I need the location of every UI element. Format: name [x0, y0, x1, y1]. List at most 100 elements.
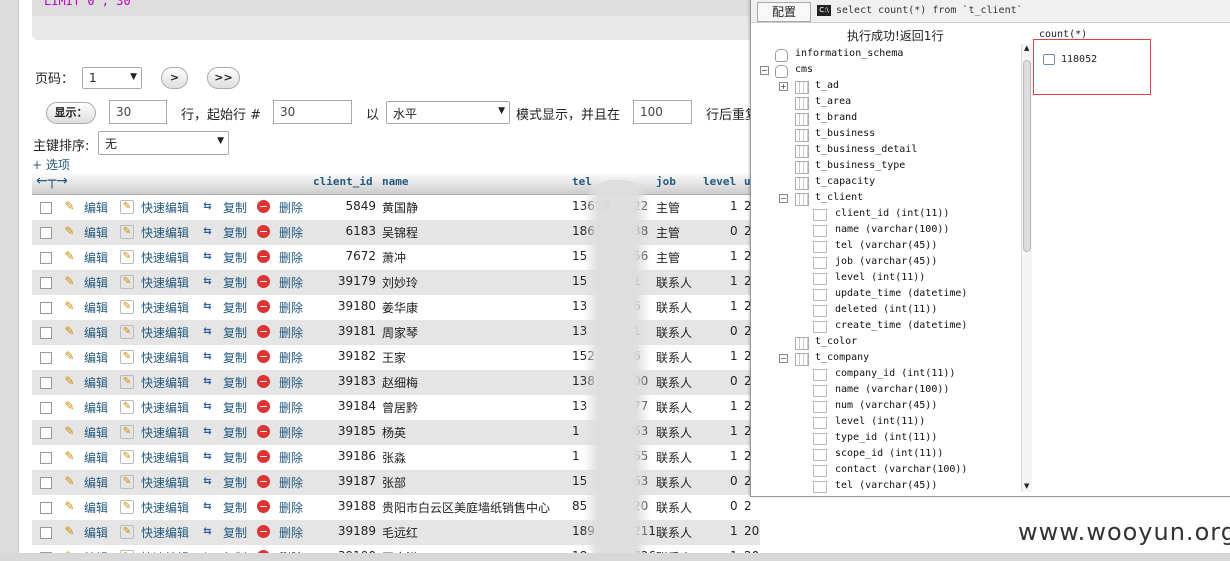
cell-job[interactable]: 联系人	[656, 274, 692, 291]
config-button[interactable]: 配置	[757, 2, 811, 22]
tree-node-table[interactable]: t_business_detail	[815, 144, 917, 155]
row-checkbox[interactable]	[40, 327, 52, 339]
copy-icon[interactable]: ⇆	[200, 274, 215, 289]
tree-node-col[interactable]: name (varchar(100))	[835, 224, 949, 235]
edit-link[interactable]: 编辑	[84, 449, 108, 466]
cell-name[interactable]: 张淼	[382, 449, 406, 466]
quick-edit-link[interactable]: 快速编辑	[141, 424, 189, 441]
quick-edit-link[interactable]: 快速编辑	[141, 299, 189, 316]
copy-link[interactable]: 复制	[223, 199, 247, 216]
cell-job[interactable]: 联系人	[656, 524, 692, 541]
delete-link[interactable]: 删除	[279, 399, 303, 416]
cell-client-id[interactable]: 39189	[326, 524, 376, 538]
cell-job[interactable]: 联系人	[656, 349, 692, 366]
copy-link[interactable]: 复制	[223, 274, 247, 291]
quick-edit-link[interactable]: 快速编辑	[141, 349, 189, 366]
quick-edit-icon[interactable]: ✎	[120, 425, 134, 439]
row-checkbox[interactable]	[40, 477, 52, 489]
column-resize-icon[interactable]: ←┬→	[36, 173, 68, 189]
delete-link[interactable]: 删除	[279, 424, 303, 441]
edit-link[interactable]: 编辑	[84, 349, 108, 366]
tree-node-col[interactable]: scope_id (int(11))	[835, 448, 943, 459]
last-page-button[interactable]: >>	[207, 67, 240, 89]
edit-link[interactable]: 编辑	[84, 249, 108, 266]
pencil-icon[interactable]: ✎	[62, 324, 77, 339]
cell-client-id[interactable]: 39182	[326, 349, 376, 363]
edit-link[interactable]: 编辑	[84, 499, 108, 516]
copy-icon[interactable]: ⇆	[200, 324, 215, 339]
pencil-icon[interactable]: ✎	[62, 299, 77, 314]
tree-node-col[interactable]: company_id (int(11))	[835, 368, 955, 379]
delete-link[interactable]: 删除	[279, 449, 303, 466]
cell-job[interactable]: 联系人	[656, 449, 692, 466]
edit-link[interactable]: 编辑	[84, 324, 108, 341]
cell-client-id[interactable]: 39186	[326, 449, 376, 463]
tree-node-table[interactable]: t_ad	[815, 80, 839, 91]
cell-client-id[interactable]: 39187	[326, 474, 376, 488]
quick-edit-icon[interactable]: ✎	[120, 450, 134, 464]
scroll-down-icon[interactable]: ▼	[1024, 482, 1029, 490]
tree-scrollbar-thumb[interactable]	[1023, 60, 1031, 252]
rows-count-input[interactable]: 30	[109, 100, 167, 124]
cell-level[interactable]: 1	[730, 524, 738, 538]
page-select[interactable]: 1 ▼	[82, 67, 142, 89]
delete-icon[interactable]: −	[257, 450, 270, 463]
pencil-icon[interactable]: ✎	[62, 399, 77, 414]
tree-node-col[interactable]: job (varchar(45))	[835, 256, 937, 267]
display-mode-select[interactable]: 水平 ▼	[386, 101, 510, 124]
quick-edit-link[interactable]: 快速编辑	[141, 249, 189, 266]
tree-node-table[interactable]: t_capacity	[815, 176, 875, 187]
cell-level[interactable]: 1	[730, 274, 738, 288]
delete-icon[interactable]: −	[257, 200, 270, 213]
delete-icon[interactable]: −	[257, 275, 270, 288]
delete-icon[interactable]: −	[257, 375, 270, 388]
delete-link[interactable]: 删除	[279, 474, 303, 491]
copy-icon[interactable]: ⇆	[200, 199, 215, 214]
edit-link[interactable]: 编辑	[84, 424, 108, 441]
delete-icon[interactable]: −	[257, 475, 270, 488]
cell-name[interactable]: 王家	[382, 349, 406, 366]
cell-name[interactable]: 曾居黔	[382, 399, 418, 416]
cell-level[interactable]: 0	[730, 224, 738, 238]
cell-client-id[interactable]: 39181	[326, 324, 376, 338]
tree-node-col[interactable]: tel (varchar(45))	[835, 480, 937, 491]
quick-edit-icon[interactable]: ✎	[120, 375, 134, 389]
copy-link[interactable]: 复制	[223, 324, 247, 341]
cell-job[interactable]: 联系人	[656, 299, 692, 316]
pencil-icon[interactable]: ✎	[62, 524, 77, 539]
edit-link[interactable]: 编辑	[84, 399, 108, 416]
edit-link[interactable]: 编辑	[84, 274, 108, 291]
cell-client-id[interactable]: 5849	[326, 199, 376, 213]
pencil-icon[interactable]: ✎	[62, 499, 77, 514]
cell-name[interactable]: 萧冲	[382, 249, 406, 266]
copy-icon[interactable]: ⇆	[200, 399, 215, 414]
cell-name[interactable]: 张部	[382, 474, 406, 491]
cell-name[interactable]: 贵阳市白云区美庭墙纸销售中心	[382, 499, 550, 516]
tree-node-table[interactable]: t_business_type	[815, 160, 905, 171]
delete-link[interactable]: 删除	[279, 524, 303, 541]
expand-icon[interactable]: +	[779, 82, 788, 91]
copy-icon[interactable]: ⇆	[200, 524, 215, 539]
cell-tel-start[interactable]: 1	[572, 449, 580, 463]
cell-name[interactable]: 刘妙玲	[382, 274, 418, 291]
result-value[interactable]: 118052	[1061, 54, 1097, 65]
cell-client-id[interactable]: 39188	[326, 499, 376, 513]
delete-icon[interactable]: −	[257, 350, 270, 363]
copy-link[interactable]: 复制	[223, 499, 247, 516]
tree-node-table[interactable]: t_color	[815, 336, 857, 347]
copy-link[interactable]: 复制	[223, 399, 247, 416]
collapse-icon[interactable]: −	[760, 66, 769, 75]
quick-edit-icon[interactable]: ✎	[120, 200, 134, 214]
tree-node-col[interactable]: tel (varchar(45))	[835, 240, 937, 251]
pencil-icon[interactable]: ✎	[62, 274, 77, 289]
quick-edit-icon[interactable]: ✎	[120, 350, 134, 364]
row-checkbox[interactable]	[40, 302, 52, 314]
tree-node-col[interactable]: client_id (int(11))	[835, 208, 949, 219]
copy-icon[interactable]: ⇆	[200, 424, 215, 439]
delete-link[interactable]: 删除	[279, 249, 303, 266]
quick-edit-icon[interactable]: ✎	[120, 525, 134, 539]
copy-link[interactable]: 复制	[223, 524, 247, 541]
quick-edit-icon[interactable]: ✎	[120, 325, 134, 339]
delete-link[interactable]: 删除	[279, 324, 303, 341]
cell-client-id[interactable]: 39185	[326, 424, 376, 438]
